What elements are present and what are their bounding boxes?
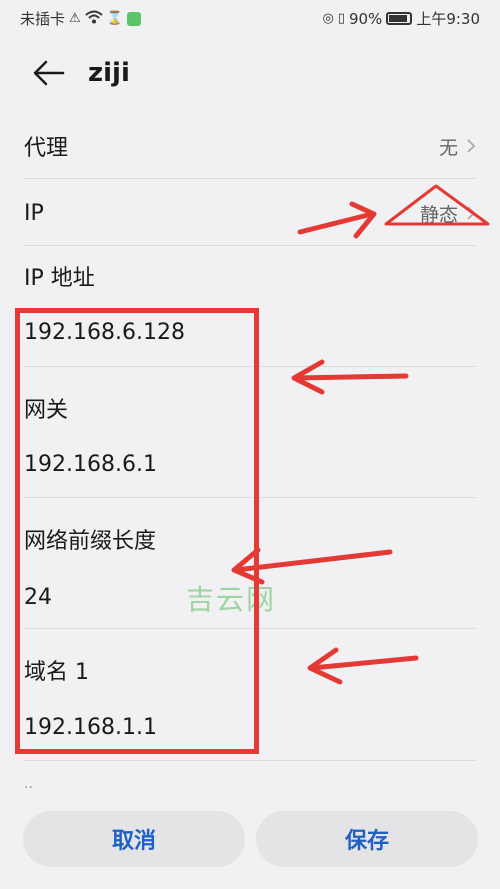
nfc-icon: ◎ [322, 11, 334, 26]
back-arrow-icon[interactable] [32, 58, 66, 88]
annotation-box [15, 308, 259, 754]
cancel-button[interactable]: 取消 [23, 811, 245, 867]
divider [24, 245, 476, 246]
ip-mode-label: IP [24, 200, 44, 226]
clock-text: 上午9:30 [416, 10, 480, 28]
app-notification-icon [126, 11, 141, 26]
battery-icon [386, 12, 413, 25]
wifi-icon [85, 10, 103, 28]
status-right: ◎ ▯ 90% 上午9:30 [322, 8, 480, 29]
divider [24, 760, 476, 761]
hourglass-icon: ⌛ [106, 11, 123, 26]
page-title: ziji [88, 58, 130, 88]
proxy-label: 代理 [24, 136, 69, 161]
carrier-text: 未插卡 [20, 10, 66, 28]
battery-percent: 90% [348, 9, 383, 28]
header: ziji [0, 50, 500, 100]
ip-address-label: IP 地址 [24, 266, 95, 291]
proxy-value: 无 [438, 136, 458, 159]
ip-mode-value: 静态 [419, 203, 458, 226]
vibrate-icon: ▯ [337, 11, 345, 26]
proxy-row[interactable]: 代理 无 [24, 128, 476, 164]
ip-mode-row[interactable]: IP 静态 [24, 195, 476, 231]
status-left: 未插卡 ⚠ ⌛ [20, 8, 141, 29]
partially-hidden-row: ·· [24, 780, 33, 796]
status-bar: 未插卡 ⚠ ⌛ ◎ ▯ 90% 上午9:30 [0, 0, 500, 36]
sim-alert-icon: ⚠ [69, 11, 81, 26]
save-button[interactable]: 保存 [256, 811, 478, 867]
divider [24, 178, 476, 179]
chevron-right-icon [467, 139, 476, 153]
chevron-right-icon [467, 206, 476, 220]
